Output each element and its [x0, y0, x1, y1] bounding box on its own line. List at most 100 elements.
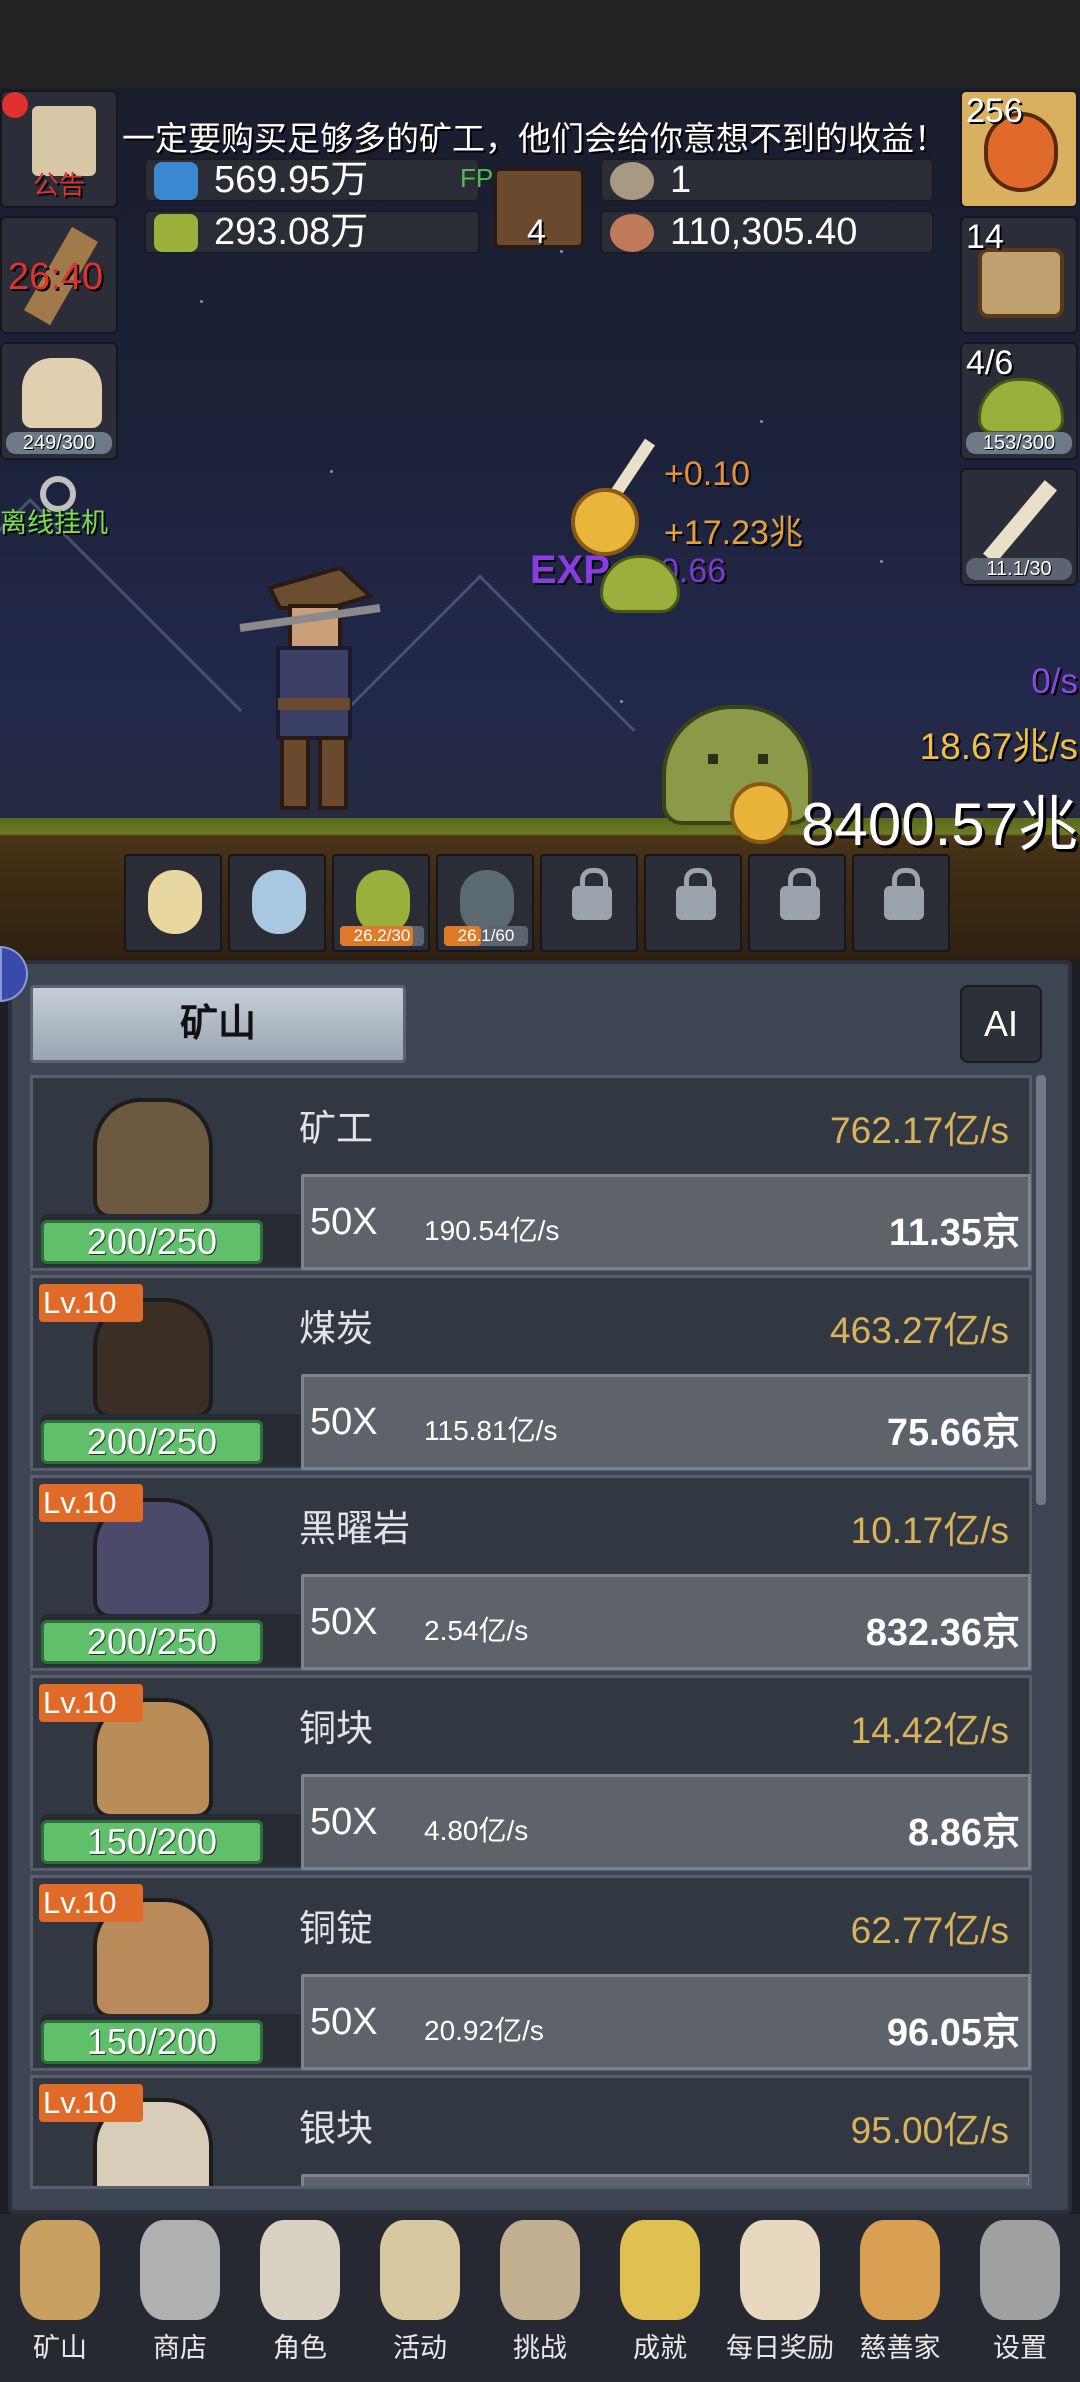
item-name: 铜锭: [299, 1908, 373, 1949]
nav-bread[interactable]: 慈善家: [840, 2220, 960, 2376]
buy-cost: 96.05京: [886, 2012, 1020, 2054]
buy-button[interactable]: 50X 2.54亿/s 832.36京: [301, 1574, 1031, 1670]
buy-button[interactable]: 50X 190.54亿/s 11.35京: [301, 1174, 1031, 1270]
slot-locked1[interactable]: [540, 854, 638, 952]
nav-label: 慈善家: [859, 2333, 941, 2363]
nav-label: 设置: [993, 2333, 1047, 2363]
meat-icon: [610, 214, 654, 252]
sword-progress: 11.1/30: [966, 558, 1072, 580]
item-level-badge: Lv.10: [39, 2084, 143, 2122]
slime-progress: 153/300: [966, 432, 1072, 454]
buy-multiplier: 50X: [310, 1201, 378, 1243]
nav-envelope[interactable]: 每日奖励: [720, 2220, 840, 2376]
buy-cost: 75.66京: [886, 1412, 1020, 1454]
slot-locked2[interactable]: [644, 854, 742, 952]
nav-key[interactable]: 成就: [600, 2220, 720, 2376]
nav-stone[interactable]: 商店: [120, 2220, 240, 2376]
slime-count: 4/6: [966, 344, 1014, 382]
item-name: 矿工: [299, 1108, 373, 1149]
gold-coin-icon: [730, 782, 792, 844]
blue-potion-resource: 569.95万: [144, 158, 480, 202]
nav-label: 角色: [273, 2333, 327, 2363]
float-gain-small: +0.10: [664, 455, 751, 493]
game-screen: +0.10 +17.23兆 EXP 0.66 0/s 18.67兆/s 8400…: [0, 0, 1080, 2382]
item-capacity-bar: 200/250: [41, 1620, 263, 1664]
buy-rate-gain: 115.81亿/s: [424, 1415, 558, 1446]
chest-button[interactable]: 14: [960, 216, 1078, 334]
notice-badge: [2, 92, 28, 118]
zombie-icon: [460, 870, 514, 934]
nav-gear[interactable]: 设置: [960, 2220, 1080, 2376]
green-potion-resource: 293.08万: [144, 210, 480, 254]
potion-count: 256: [966, 92, 1023, 130]
mine-item-row: Lv.10 200/250 煤炭 463.27亿/s 50X 115.81亿/s 75.66…: [30, 1275, 1032, 1471]
stone-coin-icon: [610, 162, 654, 200]
gold-rate: 18.67兆/s: [919, 726, 1078, 767]
slot-locked3[interactable]: [748, 854, 846, 952]
ai-button[interactable]: AI: [960, 985, 1042, 1063]
item-level-badge: Lv.10: [39, 1284, 143, 1322]
nav-scroll[interactable]: 活动: [360, 2220, 480, 2376]
sword-button[interactable]: 11.1/30: [960, 468, 1078, 586]
buy-button[interactable]: [301, 2174, 1029, 2186]
chest-count: 14: [966, 218, 1004, 256]
item-capacity-bar: 150/200: [41, 2020, 263, 2064]
slot-progress-label: 26.2/30: [353, 926, 411, 945]
potion-shop-button[interactable]: 256: [960, 90, 1078, 208]
key-icon: [620, 2220, 700, 2320]
nav-label: 挑战: [513, 2333, 567, 2363]
bread-icon: [860, 2220, 940, 2320]
item-rate: 62.77亿/s: [850, 1910, 1009, 1951]
buy-button[interactable]: 50X 115.81亿/s 75.66京: [301, 1374, 1031, 1470]
miner-hero[interactable]: [230, 548, 400, 828]
buy-button[interactable]: 50X 20.92亿/s 96.05京: [301, 1974, 1031, 2070]
slime-button[interactable]: 4/6 153/300: [960, 342, 1078, 460]
green-potion-value: 293.08万: [214, 211, 369, 253]
slime-icon: [978, 378, 1064, 434]
gear-icon: [980, 2220, 1060, 2320]
item-level-badge: Lv.10: [39, 1684, 143, 1722]
list-scrollbar[interactable]: [1036, 1075, 1046, 1505]
buy-cost: 832.36京: [865, 1612, 1020, 1654]
nav-map[interactable]: 挑战: [480, 2220, 600, 2376]
nav-skull[interactable]: 角色: [240, 2220, 360, 2376]
slime-icon: [356, 870, 410, 934]
game-scene: +0.10 +17.23兆 EXP 0.66 0/s 18.67兆/s 8400…: [0, 0, 1080, 960]
offline-button[interactable]: 离线挂机: [0, 468, 118, 586]
torch-button[interactable]: 26:40: [0, 216, 118, 334]
slot-candle[interactable]: [124, 854, 222, 952]
mine-item-row: Lv.10 银块 95.00亿/s: [30, 2075, 1032, 2189]
item-rate: 762.17亿/s: [830, 1110, 1009, 1151]
buy-rate-gain: 20.92亿/s: [424, 2015, 544, 2046]
lock-icon: [884, 868, 924, 920]
slot-slime[interactable]: 26.2/30: [332, 854, 430, 952]
item-capacity-bar: 200/250: [41, 1220, 263, 1264]
tab-mine[interactable]: 矿山: [30, 985, 406, 1063]
nav-lantern[interactable]: 矿山: [0, 2220, 120, 2376]
slot-locked4[interactable]: [852, 854, 950, 952]
buy-button[interactable]: 50X 4.80亿/s 8.86京: [301, 1774, 1031, 1870]
notice-button[interactable]: 公告: [0, 90, 118, 208]
slot-egg[interactable]: [228, 854, 326, 952]
buy-rate-gain: 190.54亿/s: [424, 1215, 560, 1246]
gold-total: 8400.57兆: [801, 791, 1078, 858]
item-level-badge: Lv.10: [39, 1484, 143, 1522]
lock-icon: [676, 868, 716, 920]
nav-label: 活动: [393, 2333, 447, 2363]
blue-potion-value: 569.95万: [214, 159, 369, 201]
nav-label: 每日奖励: [726, 2333, 834, 2363]
lock-icon: [572, 868, 612, 920]
item-name: 铜块: [299, 1708, 373, 1749]
food-button[interactable]: 249/300: [0, 342, 118, 460]
item-name: 黑曜岩: [299, 1508, 410, 1549]
food-progress: 249/300: [6, 432, 112, 454]
buy-cost: 8.86京: [908, 1812, 1020, 1854]
item-rate: 463.27亿/s: [830, 1310, 1009, 1351]
torch-timer: 26:40: [8, 256, 104, 298]
book-icon[interactable]: 4: [494, 168, 584, 251]
slot-zombie[interactable]: 26.1/60: [436, 854, 534, 952]
notice-label: 公告: [32, 170, 85, 200]
buy-rate-gain: 4.80亿/s: [424, 1815, 529, 1846]
egg-icon: [252, 870, 306, 934]
mine-item-row: Lv.10 150/200 铜块 14.42亿/s 50X 4.80亿/s 8.86京: [30, 1675, 1032, 1871]
